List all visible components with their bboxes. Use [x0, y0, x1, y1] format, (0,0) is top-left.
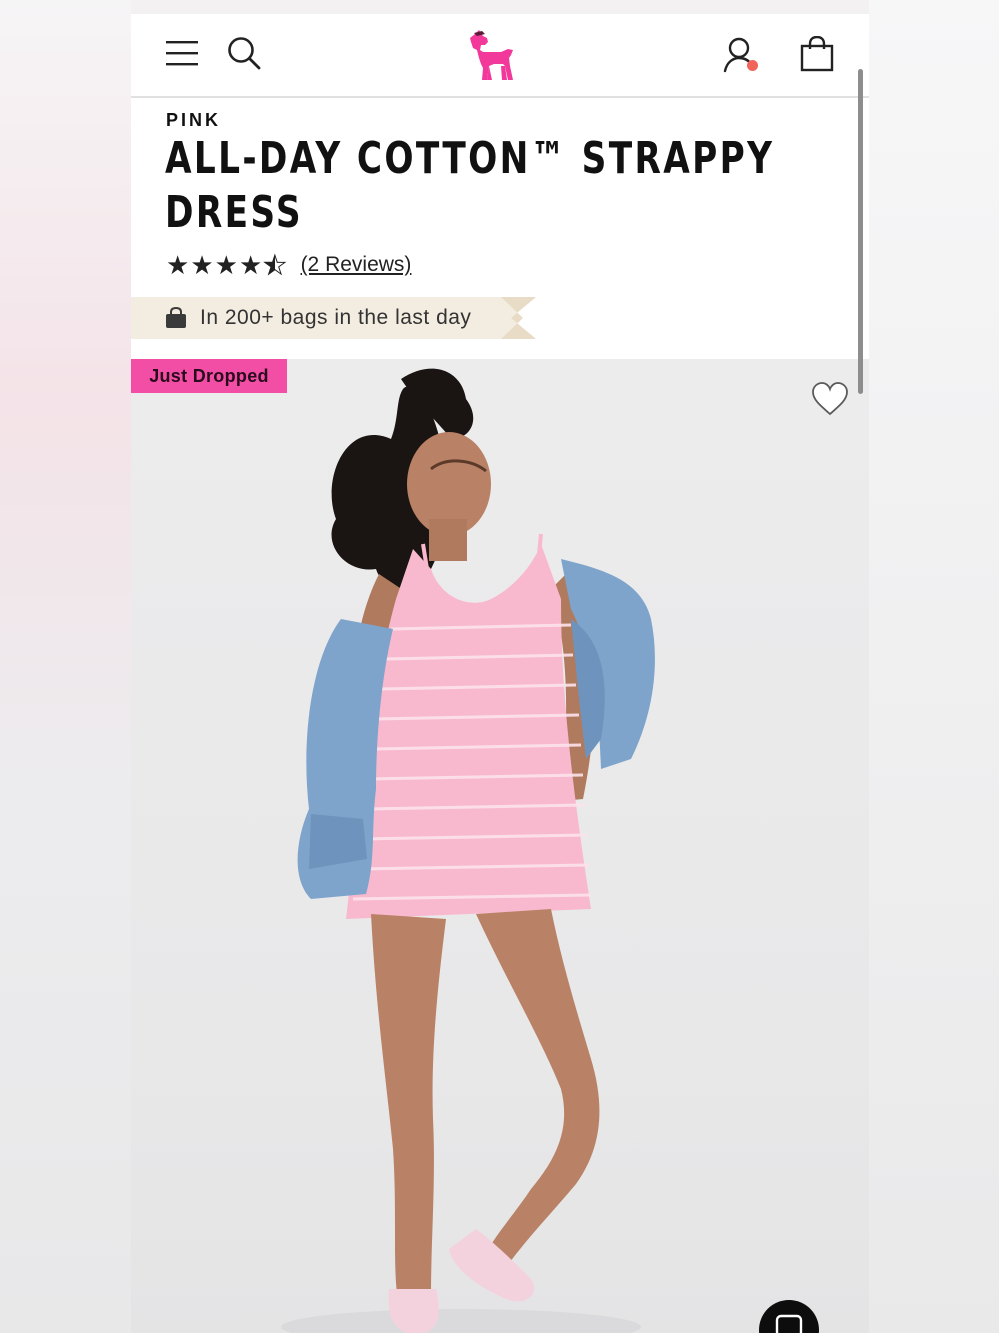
- just-dropped-badge: Just Dropped: [131, 359, 287, 393]
- mobile-viewport: PINK ALL-DAY COTTON™ STRAPPY DRESS ★ ★ ★…: [131, 14, 869, 1333]
- heart-outline-icon[interactable]: [811, 381, 849, 417]
- brand-name: PINK: [166, 110, 222, 130]
- product-photo[interactable]: Just Dropped: [131, 359, 869, 1333]
- social-proof-text: In 200+ bags in the last day: [200, 306, 472, 329]
- search-icon[interactable]: [227, 36, 261, 70]
- hamburger-menu-icon[interactable]: [166, 40, 198, 66]
- star-full-icon: ★: [214, 250, 238, 280]
- page-background-right: [869, 0, 999, 1333]
- account-notification-dot: [747, 60, 758, 71]
- star-full-icon: ★: [166, 250, 190, 280]
- rating-row: ★ ★ ★ ★ ★ (2 Reviews): [166, 250, 411, 280]
- page-background-left: [0, 0, 131, 1333]
- star-full-icon: ★: [190, 250, 214, 280]
- page-scrollbar[interactable]: [858, 69, 863, 394]
- star-full-icon: ★: [238, 250, 263, 280]
- product-title: ALL-DAY COTTON™ STRAPPY DRESS: [165, 133, 775, 238]
- pink-dog-logo-icon[interactable]: [461, 28, 521, 82]
- chat-icon: [775, 1314, 803, 1333]
- social-proof-banner: In 200+ bags in the last day: [131, 297, 536, 339]
- model-illustration: [281, 368, 655, 1333]
- star-half-icon: ★: [263, 250, 287, 280]
- site-header: [131, 14, 869, 98]
- star-rating: ★ ★ ★ ★ ★: [166, 250, 287, 280]
- shopping-bag-icon: [166, 307, 186, 328]
- shopping-bag-icon[interactable]: [799, 36, 835, 72]
- reviews-link[interactable]: (2 Reviews): [301, 253, 412, 277]
